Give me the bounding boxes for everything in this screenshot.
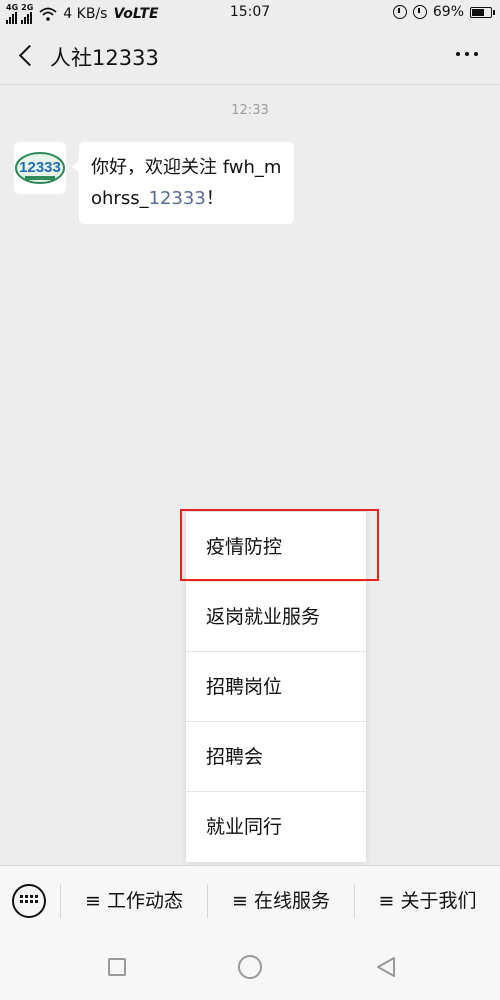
menu-about-us[interactable]: ≡ 关于我们 (355, 866, 500, 936)
bottom-menu-bar: ≡ 工作动态 ≡ 在线服务 ≡ 关于我们 (0, 865, 500, 935)
battery-icon (470, 6, 495, 18)
message-bubble[interactable]: 你好，欢迎关注 fwh_mohrss_12333！ (72, 142, 294, 224)
message-link[interactable]: 12333 (149, 188, 206, 209)
status-bar: 4G 2G 4 KB/s VoLTE 15:07 69% (0, 0, 500, 26)
avatar[interactable]: 12333 (14, 142, 66, 194)
back-arrow-icon[interactable] (12, 40, 42, 70)
home-icon[interactable] (238, 955, 262, 979)
submenu-item-epidemic-prevention[interactable]: 疫情防控 (186, 512, 366, 582)
lock-rotation-icon (392, 5, 407, 19)
system-nav-bar (0, 935, 500, 1000)
chat-header: 人社12333 (0, 26, 500, 85)
battery-percent: 69% (432, 4, 464, 20)
message-suffix: ！ (205, 188, 224, 209)
submenu-popup: 疫情防控 返岗就业服务 招聘岗位 招聘会 就业同行 (186, 512, 366, 862)
status-right: 69% (392, 4, 495, 20)
message-timestamp: 12:33 (231, 103, 269, 118)
menu-work-news[interactable]: ≡ 工作动态 (61, 866, 207, 936)
submenu-item-job-fair[interactable]: 招聘会 (186, 722, 366, 792)
back-triangle-icon[interactable] (374, 955, 398, 979)
submenu-item-employment-companion[interactable]: 就业同行 (186, 792, 366, 862)
keyboard-toggle-icon[interactable] (12, 884, 46, 918)
chat-title: 人社12333 (50, 46, 159, 70)
alarm-icon (412, 5, 427, 19)
submenu-item-job-postings[interactable]: 招聘岗位 (186, 652, 366, 722)
avatar-text: 12333 (19, 159, 61, 176)
more-options-icon[interactable] (450, 42, 484, 66)
submenu-item-return-to-work[interactable]: 返岗就业服务 (186, 582, 366, 652)
recent-apps-icon[interactable] (108, 958, 126, 976)
menu-online-services[interactable]: ≡ 在线服务 (208, 866, 354, 936)
battery-fill (472, 8, 484, 16)
logo-12333-icon: 12333 (15, 152, 65, 184)
